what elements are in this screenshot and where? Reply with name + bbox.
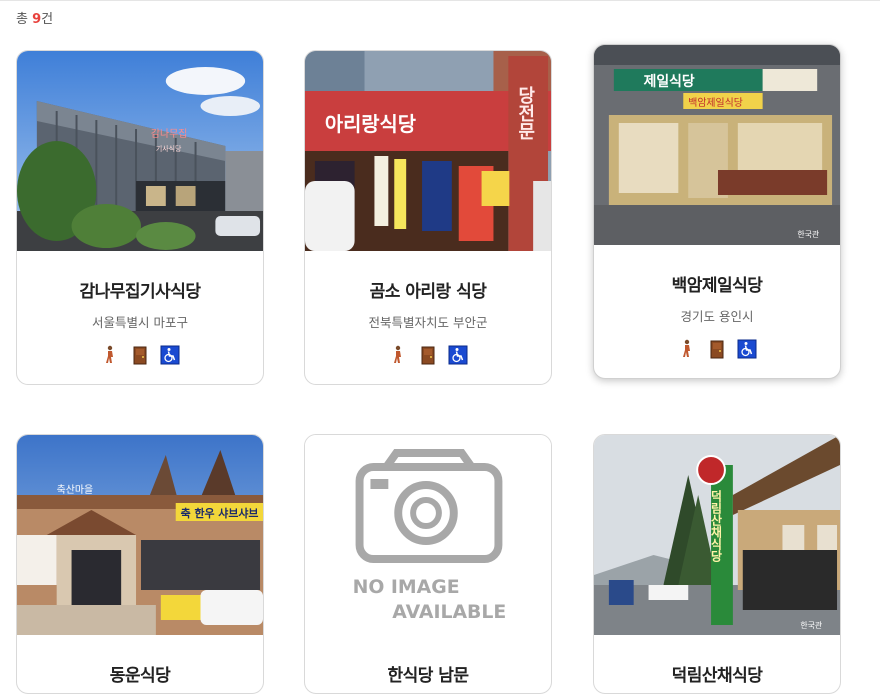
restaurant-photo[interactable]: 제일식당 백암제일식당 한국관 (594, 45, 840, 245)
camera-icon (355, 449, 503, 563)
sign-subtext: 축 한우 샤브샤브 (181, 506, 259, 520)
restaurant-card[interactable]: 축산마을 축 한우 샤브샤브 동운식당 (16, 434, 264, 694)
door-icon (707, 339, 727, 359)
walking-person-icon (100, 345, 120, 365)
sign-text: 제일식당 (644, 73, 695, 90)
sign-text: 아리랑식당 (325, 113, 416, 136)
restaurant-name[interactable]: 곰소 아리랑 식당 (305, 277, 551, 302)
amenity-icons (17, 345, 263, 365)
sign-subtext: 당전문 (515, 86, 536, 140)
walking-person-icon (677, 339, 697, 359)
no-image-placeholder[interactable]: NO IMAGE AVAILABLE (305, 435, 551, 635)
wheelchair-icon (160, 345, 180, 365)
restaurant-photo[interactable]: 감나무집 기사식당 (17, 51, 263, 251)
svg-text:축산마을: 축산마을 (57, 484, 93, 496)
svg-text:한국관: 한국관 (797, 229, 820, 239)
restaurant-card[interactable]: 제일식당 백암제일식당 한국관 백암제일식당 경기도 용인시 (593, 44, 841, 379)
restaurant-region: 경기도 용인시 (680, 309, 754, 324)
restaurant-card[interactable]: NO IMAGE AVAILABLE 한식당 남문 (304, 434, 552, 694)
walking-person-icon (388, 345, 408, 365)
restaurant-name[interactable]: 감나무집기사식당 (17, 277, 263, 302)
restaurant-photo[interactable]: 아리랑식당 당전문 (305, 51, 551, 251)
door-icon (130, 345, 150, 365)
result-count: 총 9건 (16, 8, 53, 27)
restaurant-card[interactable]: 아리랑식당 당전문 곰소 아리랑 식당 전북특별자치도 부안군 (304, 50, 552, 385)
restaurant-region: 서울특별시 마포구 (92, 315, 188, 330)
restaurant-name[interactable]: 백암제일식당 (594, 271, 840, 296)
no-image-line2: AVAILABLE (392, 601, 506, 623)
restaurant-photo[interactable]: 덕림산채식당 한국관 (594, 435, 840, 635)
wheelchair-icon (448, 345, 468, 365)
amenity-icons (594, 339, 840, 359)
restaurant-photo[interactable]: 축산마을 축 한우 샤브샤브 (17, 435, 263, 635)
count-prefix: 총 (16, 12, 28, 27)
restaurant-region: 전북특별자치도 부안군 (368, 315, 488, 330)
restaurant-card[interactable]: 감나무집 기사식당 감나무집기사식당 서울특별시 마포구 (16, 50, 264, 385)
door-icon (418, 345, 438, 365)
svg-text:한국관: 한국관 (800, 620, 823, 630)
wheelchair-icon (737, 339, 757, 359)
restaurant-name[interactable]: 덕림산채식당 (594, 661, 840, 686)
sign-text: 감나무집 (151, 128, 187, 140)
count-number: 9 (32, 12, 42, 27)
sign-text: 덕림산채식당 (709, 489, 723, 563)
amenity-icons (305, 345, 551, 365)
top-divider (0, 0, 880, 1)
no-image-line1: NO IMAGE (353, 576, 460, 598)
count-suffix: 건 (41, 12, 54, 27)
restaurant-card[interactable]: 덕림산채식당 한국관 덕림산채식당 (593, 434, 841, 694)
sign-subtext: 백암제일식당 (688, 97, 743, 109)
sign-subtext: 기사식당 (156, 144, 182, 153)
restaurant-name[interactable]: 동운식당 (17, 661, 263, 686)
restaurant-name[interactable]: 한식당 남문 (305, 661, 551, 686)
